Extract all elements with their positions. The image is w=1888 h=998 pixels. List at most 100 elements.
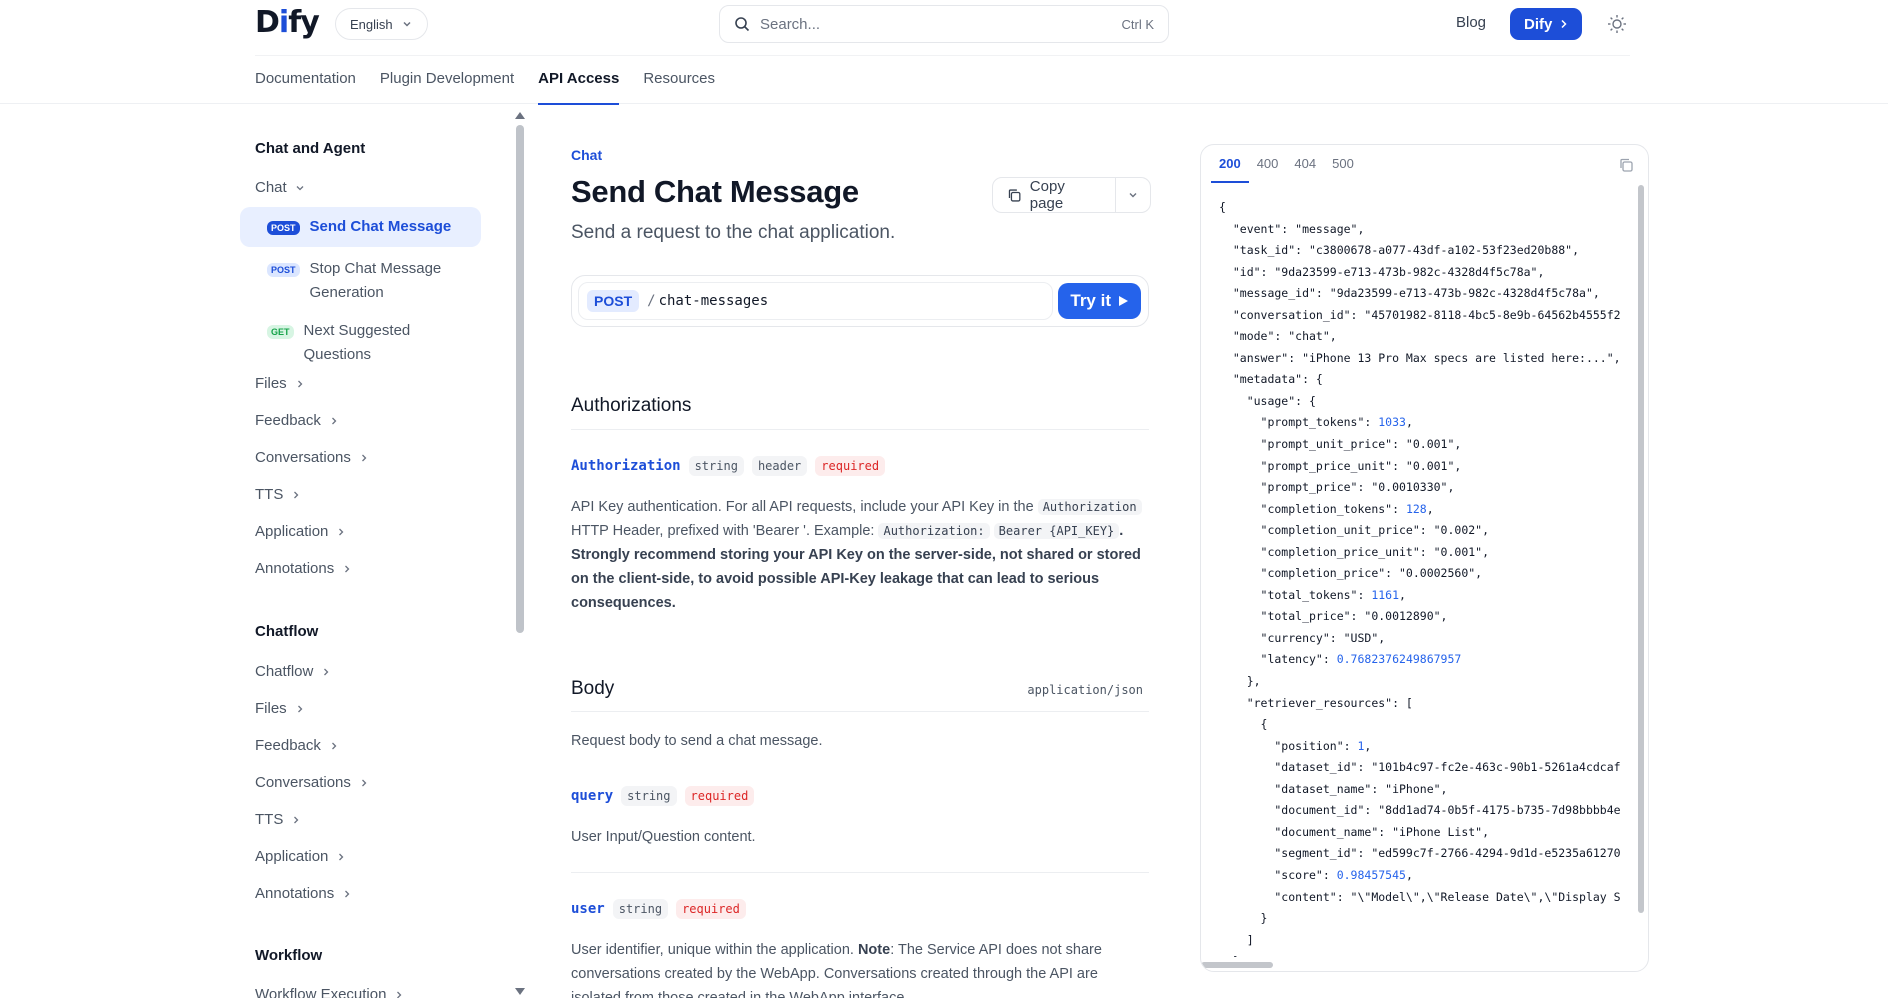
sidebar-group-annotations[interactable]: Annotations bbox=[255, 560, 352, 577]
copy-icon[interactable] bbox=[1618, 157, 1634, 173]
dify-logo[interactable]: Dify bbox=[255, 5, 320, 40]
tab-status-400[interactable]: 400 bbox=[1249, 145, 1287, 183]
sidebar-group-label: Annotations bbox=[255, 885, 335, 902]
code-line: "prompt_unit_price": "0.001", bbox=[1219, 437, 1462, 452]
sidebar-group-workflow-execution[interactable]: Workflow Execution bbox=[255, 986, 404, 998]
code-line: "prompt_price": "0.0010330", bbox=[1219, 480, 1455, 495]
inline-code: Authorization bbox=[1037, 499, 1142, 515]
sidebar-group-feedback-2[interactable]: Feedback bbox=[255, 737, 339, 754]
scroll-up-arrow-icon[interactable] bbox=[515, 111, 525, 119]
body-description: Request body to send a chat message. bbox=[571, 733, 823, 749]
sidebar-group-label: Chat bbox=[255, 179, 287, 196]
authorizations-heading: Authorizations bbox=[571, 395, 692, 416]
nav-tab-documentation[interactable]: Documentation bbox=[255, 70, 356, 105]
sidebar-group-files-2[interactable]: Files bbox=[255, 700, 305, 717]
copy-icon bbox=[1008, 188, 1021, 202]
sidebar-group-label: TTS bbox=[255, 811, 284, 828]
search-placeholder: Search... bbox=[760, 15, 821, 33]
authorization-description: API Key authentication. For all API requ… bbox=[571, 495, 1149, 615]
tab-status-404[interactable]: 404 bbox=[1286, 145, 1324, 183]
tab-status-500[interactable]: 500 bbox=[1324, 145, 1362, 183]
language-label: English bbox=[350, 16, 393, 32]
chevron-right-icon bbox=[331, 417, 337, 424]
sidebar-group-tts[interactable]: TTS bbox=[255, 486, 301, 503]
nav-tab-resources[interactable]: Resources bbox=[643, 70, 715, 105]
sidebar-group-annotations-2[interactable]: Annotations bbox=[255, 885, 352, 902]
code-line: "dataset_id": "101b4c97-fc2e-463c-90b1-5… bbox=[1219, 760, 1621, 775]
endpoint-path-text: chat-messages bbox=[658, 293, 769, 309]
chevron-right-icon bbox=[397, 991, 402, 998]
search-shortcut: Ctrl K bbox=[1121, 16, 1155, 32]
nav-tab-api-access[interactable]: API Access bbox=[538, 70, 620, 105]
inline-code: Authorization: bbox=[878, 523, 990, 539]
sidebar-group-label: Conversations bbox=[255, 774, 351, 791]
sidebar-group-application-2[interactable]: Application bbox=[255, 848, 346, 865]
sidebar-group-conversations-2[interactable]: Conversations bbox=[255, 774, 369, 791]
code-line: ] bbox=[1219, 932, 1254, 947]
breadcrumb[interactable]: Chat bbox=[571, 147, 602, 163]
code-line: } bbox=[1219, 951, 1639, 957]
tab-status-200[interactable]: 200 bbox=[1211, 145, 1249, 183]
chevron-right-icon bbox=[294, 816, 299, 823]
divider bbox=[571, 872, 1149, 873]
code-line: "completion_tokens": 128, bbox=[1219, 501, 1434, 516]
try-it-button[interactable]: Try it bbox=[1058, 283, 1141, 319]
sidebar-item-send-chat-message[interactable]: POST Send Chat Message bbox=[240, 207, 481, 247]
main-content: Chat Send Chat Message Send a request to… bbox=[571, 104, 1151, 998]
sidebar-group-tts-2[interactable]: TTS bbox=[255, 811, 301, 828]
scroll-down-arrow-icon[interactable] bbox=[515, 988, 525, 996]
sun-icon[interactable] bbox=[1606, 13, 1628, 35]
sidebar-group-feedback[interactable]: Feedback bbox=[255, 412, 339, 429]
body-mime-type: application/json bbox=[1027, 683, 1143, 697]
sidebar-group-files[interactable]: Files bbox=[255, 375, 305, 392]
copy-page-button[interactable]: Copy page bbox=[993, 178, 1117, 212]
response-horizontal-scrollbar[interactable] bbox=[1201, 962, 1273, 968]
chevron-right-icon bbox=[1561, 19, 1567, 29]
code-line: } bbox=[1219, 911, 1268, 926]
sidebar-group-chatflow[interactable]: Chatflow bbox=[255, 663, 331, 680]
code-line: { bbox=[1219, 200, 1226, 214]
response-json-code: { "event": "message", "task_id": "c38006… bbox=[1219, 197, 1639, 957]
chevron-right-icon bbox=[345, 565, 350, 572]
sidebar-group-application[interactable]: Application bbox=[255, 523, 346, 540]
code-line: "mode": "chat", bbox=[1219, 329, 1337, 344]
code-line: "currency": "USD", bbox=[1219, 630, 1386, 645]
code-line: "content": "\"Model\",\"Release Date\",\… bbox=[1219, 889, 1621, 904]
method-badge: POST bbox=[267, 221, 300, 235]
copy-page-label: Copy page bbox=[1029, 178, 1065, 212]
sidebar-group-chat[interactable]: Chat bbox=[255, 179, 305, 196]
chevron-right-icon bbox=[339, 528, 344, 535]
code-line: "completion_price": "0.0002560", bbox=[1219, 566, 1483, 581]
method-badge: POST bbox=[587, 290, 640, 312]
param-type: string bbox=[688, 456, 744, 476]
language-selector[interactable]: English bbox=[335, 8, 428, 40]
sidebar-group-label: Application bbox=[255, 848, 329, 865]
param-name[interactable]: user bbox=[571, 901, 605, 917]
dify-cta-button[interactable]: Dify bbox=[1510, 8, 1583, 40]
copy-page-dropdown[interactable] bbox=[1116, 178, 1150, 212]
desc-text: HTTP Header, prefixed with 'Bearer '. Ex… bbox=[571, 523, 875, 539]
response-vertical-scrollbar[interactable] bbox=[1638, 185, 1644, 913]
param-location: header bbox=[751, 456, 808, 476]
endpoint-bar: POST / chat-messages Try it bbox=[571, 275, 1149, 327]
nav-tab-plugin-development[interactable]: Plugin Development bbox=[380, 70, 514, 105]
sidebar-item-suggested-questions[interactable]: GET Next Suggested Questions bbox=[240, 311, 440, 375]
blog-link[interactable]: Blog bbox=[1456, 14, 1486, 31]
sidebar-group-label: Conversations bbox=[255, 449, 351, 466]
response-status-tabs: 200 400 404 500 bbox=[1211, 145, 1362, 183]
endpoint-path-box[interactable]: POST / chat-messages bbox=[578, 282, 1053, 320]
code-line: }, bbox=[1219, 674, 1261, 689]
search-bar[interactable]: Search... Ctrl K bbox=[719, 5, 1169, 43]
code-line: "document_id": "8dd1ad74-0b5f-4175-b735-… bbox=[1219, 803, 1621, 818]
param-authorization: Authorization string header required bbox=[571, 456, 886, 476]
desc-text: API Key authentication. For all API requ… bbox=[571, 499, 1034, 515]
sidebar-group-conversations[interactable]: Conversations bbox=[255, 449, 369, 466]
sidebar-item-stop-generation[interactable]: POST Stop Chat Message Generation bbox=[240, 249, 470, 313]
sidebar-scrollbar[interactable] bbox=[516, 125, 524, 633]
chevron-right-icon bbox=[294, 491, 299, 498]
code-line: "retriever_resources": [ bbox=[1219, 695, 1413, 710]
desc-strong-text: Note bbox=[857, 942, 891, 958]
sidebar-group-label: Files bbox=[255, 700, 287, 717]
param-name[interactable]: Authorization bbox=[571, 458, 681, 474]
param-name[interactable]: query bbox=[571, 788, 613, 804]
